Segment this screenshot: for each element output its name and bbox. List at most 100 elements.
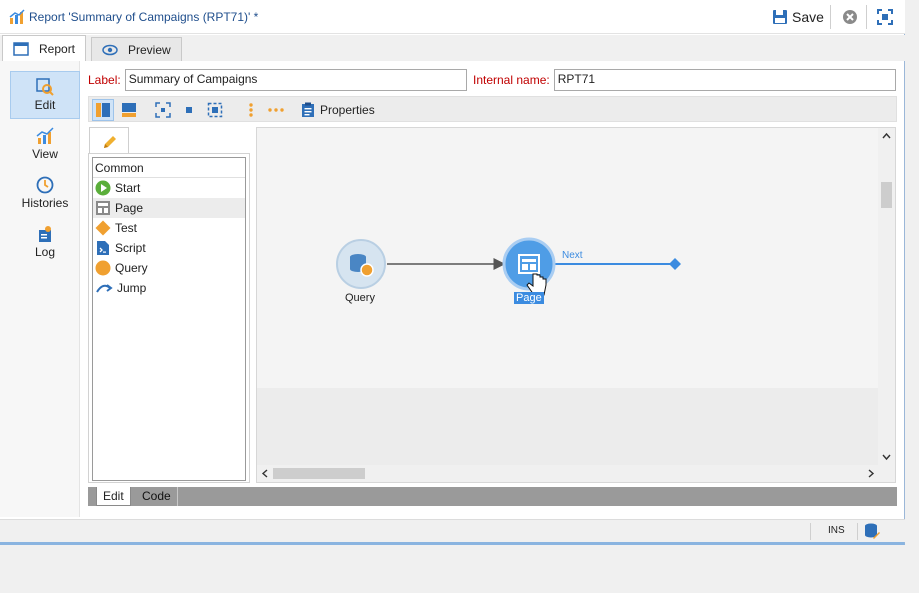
zoom-fit-icon bbox=[155, 102, 171, 118]
palette-item-start[interactable]: Start bbox=[93, 178, 245, 198]
layout-horizontal-button[interactable] bbox=[118, 99, 140, 121]
save-button[interactable]: Save bbox=[772, 7, 824, 27]
palette-group-header: Common bbox=[93, 158, 245, 178]
page-node-label: Page bbox=[514, 292, 544, 304]
transition-label: Next bbox=[562, 250, 583, 261]
fit-to-window-button[interactable] bbox=[152, 99, 174, 121]
status-separator bbox=[857, 523, 858, 540]
sidebar-item-label: Log bbox=[34, 245, 56, 259]
palette-item-label: Query bbox=[115, 261, 148, 275]
label-input[interactable]: Summary of Campaigns bbox=[124, 69, 467, 91]
insert-mode-indicator: INS bbox=[828, 525, 845, 536]
report-window: Report 'Summary of Campaigns (RPT71)' * … bbox=[0, 0, 905, 545]
vertical-scrollbar[interactable] bbox=[878, 128, 895, 467]
palette-item-label: Start bbox=[115, 181, 141, 195]
jump-icon bbox=[96, 284, 113, 293]
sidebar-item-view[interactable]: View bbox=[10, 121, 80, 169]
sidebar-item-label: View bbox=[32, 147, 58, 161]
sidebar-item-edit[interactable]: Edit bbox=[10, 71, 80, 119]
tab-code[interactable]: Code bbox=[136, 487, 178, 506]
close-button[interactable] bbox=[842, 7, 858, 27]
label-caption: Label: bbox=[88, 73, 121, 87]
diagram-toolbar: Properties bbox=[88, 96, 897, 122]
scroll-corner bbox=[878, 465, 895, 482]
eye-icon bbox=[102, 44, 118, 55]
tab-report-label: Report bbox=[39, 41, 76, 56]
palette-item-test[interactable]: Test bbox=[93, 218, 245, 238]
query-icon bbox=[95, 260, 111, 276]
floppy-disk-icon bbox=[773, 10, 787, 24]
sidebar-item-histories[interactable]: Histories bbox=[10, 170, 80, 218]
sidebar-item-label: Histories bbox=[21, 196, 69, 210]
canvas-lower-band bbox=[257, 388, 879, 465]
title-bar: Report 'Summary of Campaigns (RPT71)' * … bbox=[0, 0, 905, 34]
clipboard-icon bbox=[302, 102, 314, 117]
more-vertical-icon bbox=[249, 103, 253, 117]
layout-columns-icon bbox=[96, 103, 110, 117]
square-icon bbox=[186, 107, 192, 113]
report-chart-icon bbox=[9, 9, 25, 24]
chart-icon bbox=[36, 127, 54, 144]
sidebar-item-log[interactable]: Log bbox=[10, 219, 80, 267]
zoom-selection-button[interactable] bbox=[204, 99, 226, 121]
properties-button[interactable]: Properties bbox=[301, 99, 381, 121]
palette-item-label: Page bbox=[115, 201, 144, 215]
query-node[interactable] bbox=[336, 239, 386, 289]
horizontal-scroll-thumb[interactable] bbox=[273, 468, 365, 479]
palette-item-label: Jump bbox=[117, 281, 147, 295]
zoom-frame-icon bbox=[207, 102, 223, 118]
sidebar-item-label: Edit bbox=[34, 98, 56, 112]
edit-magnifier-icon bbox=[36, 78, 54, 96]
palette-item-jump[interactable]: Jump bbox=[93, 278, 245, 298]
script-icon bbox=[97, 241, 109, 255]
vertical-dots-button[interactable] bbox=[240, 99, 262, 121]
more-horizontal-icon bbox=[268, 108, 284, 112]
transition-end-diamond[interactable] bbox=[669, 258, 681, 270]
fullscreen-icon bbox=[877, 9, 893, 25]
pencil-icon bbox=[104, 136, 116, 148]
page-icon bbox=[96, 201, 110, 215]
editor-mode-tabs: Edit Code bbox=[88, 487, 897, 506]
workflow-canvas[interactable]: Query Page Next bbox=[256, 127, 896, 483]
toolbar-separator bbox=[866, 5, 867, 29]
horizontal-scrollbar[interactable] bbox=[257, 465, 879, 482]
view-tabs: Report Preview bbox=[0, 35, 905, 61]
log-icon bbox=[39, 226, 51, 242]
status-separator bbox=[810, 523, 811, 540]
maximize-button[interactable] bbox=[877, 7, 893, 27]
actual-size-button[interactable] bbox=[178, 99, 200, 121]
tab-preview[interactable]: Preview bbox=[91, 37, 182, 61]
chevron-up-icon[interactable] bbox=[882, 132, 891, 139]
query-node-label: Query bbox=[345, 292, 375, 304]
palette-item-label: Script bbox=[115, 241, 146, 255]
status-bar: INS bbox=[0, 519, 905, 542]
internal-name-caption: Internal name: bbox=[473, 73, 550, 87]
test-diamond-icon bbox=[95, 220, 111, 236]
palette-item-script[interactable]: Script bbox=[93, 238, 245, 258]
label-field-row: Label: Summary of Campaigns bbox=[88, 69, 467, 91]
sidebar: Edit View Histories Log bbox=[0, 61, 80, 517]
chevron-down-icon[interactable] bbox=[882, 454, 891, 461]
close-circle-icon bbox=[843, 10, 857, 24]
chevron-right-icon[interactable] bbox=[868, 469, 875, 478]
layout-rows-icon bbox=[122, 103, 136, 117]
properties-label: Properties bbox=[320, 103, 375, 117]
internal-name-field-row: Internal name: RPT71 bbox=[473, 69, 896, 91]
palette-list: Common Start Page Test Script Query Jump bbox=[92, 157, 246, 481]
start-icon bbox=[95, 180, 111, 196]
palette-item-page[interactable]: Page bbox=[93, 198, 245, 218]
layout-vertical-button[interactable] bbox=[92, 99, 114, 121]
tab-report[interactable]: Report bbox=[2, 35, 87, 61]
palette-item-query[interactable]: Query bbox=[93, 258, 245, 278]
database-status-icon[interactable] bbox=[864, 523, 880, 539]
vertical-scroll-thumb[interactable] bbox=[881, 182, 892, 208]
clock-icon bbox=[36, 176, 54, 194]
chevron-left-icon[interactable] bbox=[261, 469, 268, 478]
report-icon bbox=[13, 41, 29, 56]
palette-tab[interactable] bbox=[89, 127, 129, 154]
internal-name-input[interactable]: RPT71 bbox=[553, 69, 896, 91]
tab-edit[interactable]: Edit bbox=[96, 487, 131, 506]
palette-item-label: Test bbox=[115, 221, 138, 235]
horizontal-dots-button[interactable] bbox=[265, 99, 287, 121]
save-label: Save bbox=[792, 9, 824, 25]
